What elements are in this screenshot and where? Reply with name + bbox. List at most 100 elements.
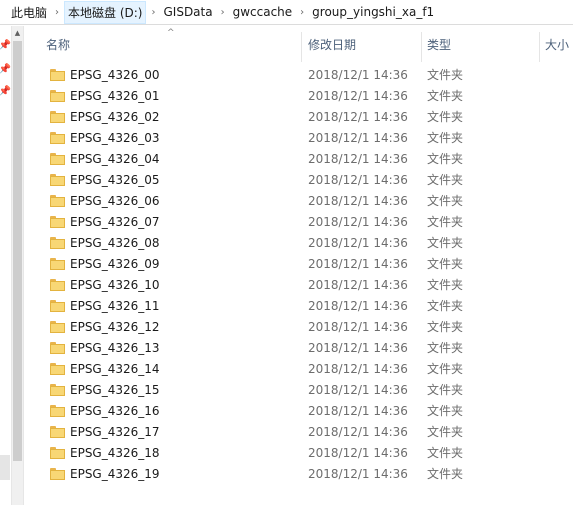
chevron-right-icon[interactable]: › xyxy=(216,0,230,25)
file-row[interactable]: EPSG_4326_17 2018/12/1 14:36 文件夹 xyxy=(24,421,573,442)
file-name-cell[interactable]: EPSG_4326_18 xyxy=(24,446,302,460)
file-name-cell[interactable]: EPSG_4326_17 xyxy=(24,425,302,439)
file-name-cell[interactable]: EPSG_4326_08 xyxy=(24,236,302,250)
file-row[interactable]: EPSG_4326_13 2018/12/1 14:36 文件夹 xyxy=(24,337,573,358)
file-modified-date: 2018/12/1 14:36 xyxy=(308,466,408,481)
file-row[interactable]: EPSG_4326_08 2018/12/1 14:36 文件夹 xyxy=(24,232,573,253)
file-name: EPSG_4326_08 xyxy=(70,235,160,250)
file-type: 文件夹 xyxy=(427,110,464,124)
folder-icon xyxy=(50,341,65,354)
scrollbar-thumb[interactable] xyxy=(13,41,22,461)
file-row[interactable]: EPSG_4326_10 2018/12/1 14:36 文件夹 xyxy=(24,274,573,295)
file-modified-date: 2018/12/1 14:36 xyxy=(308,235,408,250)
column-header-name[interactable]: 名称 ^ xyxy=(24,26,302,62)
file-name-cell[interactable]: EPSG_4326_12 xyxy=(24,320,302,334)
address-bar[interactable]: 此电脑 › 本地磁盘 (D:) › GISData › gwccache › g… xyxy=(0,0,573,25)
file-modified-date: 2018/12/1 14:36 xyxy=(308,88,408,103)
file-type: 文件夹 xyxy=(427,404,464,418)
breadcrumb-gwccache[interactable]: gwccache › xyxy=(230,0,310,24)
breadcrumb-local-disk-d[interactable]: 本地磁盘 (D:) xyxy=(64,0,147,24)
file-name-cell[interactable]: EPSG_4326_19 xyxy=(24,467,302,481)
file-name: EPSG_4326_11 xyxy=(70,298,160,313)
file-type: 文件夹 xyxy=(427,467,464,481)
column-header-type[interactable]: 类型 xyxy=(422,26,540,62)
file-name-cell[interactable]: EPSG_4326_13 xyxy=(24,341,302,355)
chevron-right-icon[interactable]: › xyxy=(50,0,64,25)
file-modified-date: 2018/12/1 14:36 xyxy=(308,277,408,292)
breadcrumb-label: 本地磁盘 (D:) xyxy=(64,0,147,24)
breadcrumb-gisdata[interactable]: GISData › xyxy=(160,0,229,24)
file-name: EPSG_4326_04 xyxy=(70,151,160,166)
address-bar-gap xyxy=(0,0,8,24)
file-modified-date: 2018/12/1 14:36 xyxy=(308,361,408,376)
file-name: EPSG_4326_18 xyxy=(70,445,160,460)
folder-icon xyxy=(50,68,65,81)
file-row[interactable]: EPSG_4326_03 2018/12/1 14:36 文件夹 xyxy=(24,127,573,148)
file-name-cell[interactable]: EPSG_4326_04 xyxy=(24,152,302,166)
file-modified-date: 2018/12/1 14:36 xyxy=(308,67,408,82)
file-name: EPSG_4326_16 xyxy=(70,403,160,418)
file-row[interactable]: EPSG_4326_14 2018/12/1 14:36 文件夹 xyxy=(24,358,573,379)
file-name-cell[interactable]: EPSG_4326_10 xyxy=(24,278,302,292)
file-modified-date: 2018/12/1 14:36 xyxy=(308,193,408,208)
file-row[interactable]: EPSG_4326_19 2018/12/1 14:36 文件夹 xyxy=(24,463,573,484)
navigation-pane[interactable]: 📌 📌 📌 xyxy=(0,26,11,505)
pin-icon[interactable]: 📌 xyxy=(0,38,11,52)
column-header-row: 名称 ^ 修改日期 类型 大小 xyxy=(24,26,573,62)
scroll-up-arrow-icon[interactable]: ▲ xyxy=(12,26,23,40)
file-row[interactable]: EPSG_4326_02 2018/12/1 14:36 文件夹 xyxy=(24,106,573,127)
file-row[interactable]: EPSG_4326_05 2018/12/1 14:36 文件夹 xyxy=(24,169,573,190)
folder-icon xyxy=(50,278,65,291)
file-list: EPSG_4326_00 2018/12/1 14:36 文件夹 EPSG_4326_… xyxy=(24,64,573,484)
file-row[interactable]: EPSG_4326_16 2018/12/1 14:36 文件夹 xyxy=(24,400,573,421)
pin-icon[interactable]: 📌 xyxy=(0,84,11,98)
file-name-cell[interactable]: EPSG_4326_09 xyxy=(24,257,302,271)
folder-icon xyxy=(50,362,65,375)
file-name-cell[interactable]: EPSG_4326_16 xyxy=(24,404,302,418)
file-name-cell[interactable]: EPSG_4326_11 xyxy=(24,299,302,313)
file-name-cell[interactable]: EPSG_4326_00 xyxy=(24,68,302,82)
pin-icon[interactable]: 📌 xyxy=(0,62,11,76)
file-name: EPSG_4326_13 xyxy=(70,340,160,355)
file-name-cell[interactable]: EPSG_4326_02 xyxy=(24,110,302,124)
file-row[interactable]: EPSG_4326_12 2018/12/1 14:36 文件夹 xyxy=(24,316,573,337)
breadcrumb-this-pc[interactable]: 此电脑 › xyxy=(8,0,64,24)
file-row[interactable]: EPSG_4326_00 2018/12/1 14:36 文件夹 xyxy=(24,64,573,85)
file-type: 文件夹 xyxy=(427,173,464,187)
folder-icon xyxy=(50,467,65,480)
file-row[interactable]: EPSG_4326_11 2018/12/1 14:36 文件夹 xyxy=(24,295,573,316)
file-row[interactable]: EPSG_4326_06 2018/12/1 14:36 文件夹 xyxy=(24,190,573,211)
file-type: 文件夹 xyxy=(427,152,464,166)
navigation-pane-scrollbar[interactable]: ▲ xyxy=(11,26,24,505)
file-name-cell[interactable]: EPSG_4326_01 xyxy=(24,89,302,103)
breadcrumb-label: 此电脑 xyxy=(11,5,48,20)
file-name: EPSG_4326_03 xyxy=(70,130,160,145)
folder-icon xyxy=(50,131,65,144)
file-type: 文件夹 xyxy=(427,341,464,355)
file-name-cell[interactable]: EPSG_4326_03 xyxy=(24,131,302,145)
folder-icon xyxy=(50,152,65,165)
file-name-cell[interactable]: EPSG_4326_07 xyxy=(24,215,302,229)
file-name-cell[interactable]: EPSG_4326_15 xyxy=(24,383,302,397)
file-name-cell[interactable]: EPSG_4326_05 xyxy=(24,173,302,187)
file-type: 文件夹 xyxy=(427,320,464,334)
file-type: 文件夹 xyxy=(427,299,464,313)
folder-icon xyxy=(50,404,65,417)
folder-icon xyxy=(50,89,65,102)
file-row[interactable]: EPSG_4326_01 2018/12/1 14:36 文件夹 xyxy=(24,85,573,106)
file-name-cell[interactable]: EPSG_4326_14 xyxy=(24,362,302,376)
file-name-cell[interactable]: EPSG_4326_06 xyxy=(24,194,302,208)
navigation-pane-selected-item[interactable] xyxy=(0,455,10,480)
column-header-size[interactable]: 大小 xyxy=(540,26,573,62)
file-row[interactable]: EPSG_4326_09 2018/12/1 14:36 文件夹 xyxy=(24,253,573,274)
folder-icon xyxy=(50,236,65,249)
chevron-right-icon[interactable]: › xyxy=(146,0,160,25)
file-name: EPSG_4326_12 xyxy=(70,319,160,334)
file-row[interactable]: EPSG_4326_18 2018/12/1 14:36 文件夹 xyxy=(24,442,573,463)
file-row[interactable]: EPSG_4326_15 2018/12/1 14:36 文件夹 xyxy=(24,379,573,400)
breadcrumb-group-yingshi-xa-f1[interactable]: group_yingshi_xa_f1 xyxy=(309,0,437,24)
chevron-right-icon[interactable]: › xyxy=(295,0,309,25)
column-header-modified[interactable]: 修改日期 xyxy=(302,26,422,62)
file-row[interactable]: EPSG_4326_04 2018/12/1 14:36 文件夹 xyxy=(24,148,573,169)
file-row[interactable]: EPSG_4326_07 2018/12/1 14:36 文件夹 xyxy=(24,211,573,232)
